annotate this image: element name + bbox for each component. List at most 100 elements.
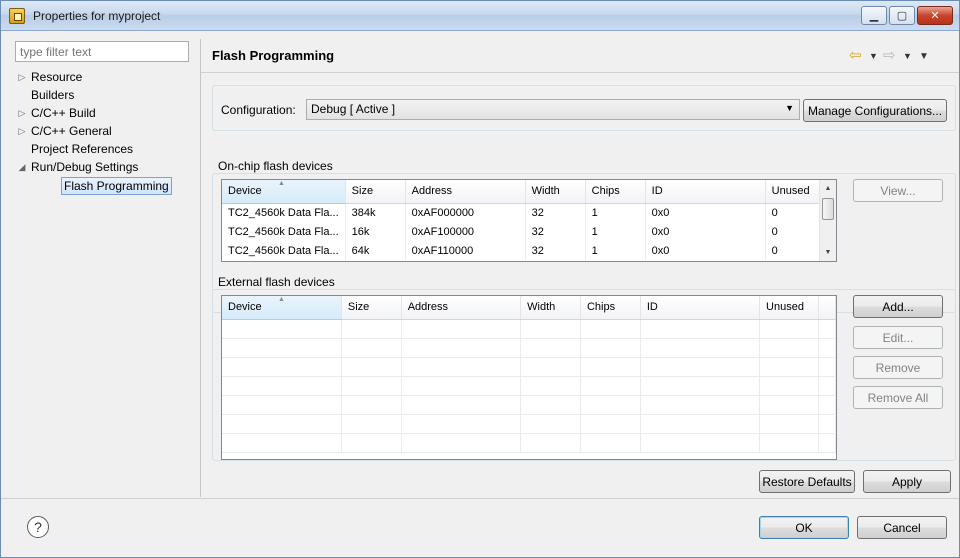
cell-device: TC2_4560k Data Fla... (222, 241, 346, 260)
cell-id: 0x0 (645, 203, 766, 222)
expand-arrow-icon[interactable]: ▷ (15, 122, 29, 140)
cell-size: 64k (345, 241, 406, 260)
external-grid: Device ▲ Size Address Width Chips ID Unus… (222, 296, 836, 453)
sort-ascending-icon: ▲ (278, 296, 285, 303)
remove-button[interactable]: Remove (853, 356, 943, 379)
manage-configurations-button[interactable]: Manage Configurations... (803, 99, 947, 122)
close-button[interactable]: ✕ (917, 6, 953, 25)
column-header-device[interactable]: Device ▲ (222, 296, 342, 320)
column-header-address[interactable]: Address (401, 296, 522, 320)
cell-width: 32 (525, 241, 586, 260)
tree-item-resource[interactable]: ▷ Resource (15, 68, 196, 86)
table-header-row: Device ▲ Size Address Width Chips ID Unus… (222, 180, 825, 204)
cell-size: 16k (345, 222, 406, 241)
tree-item-project-references[interactable]: Project References (15, 140, 196, 158)
external-section-title: External flash devices (218, 275, 335, 289)
vertical-scrollbar[interactable]: ▲ ▼ (819, 180, 836, 261)
ok-button[interactable]: OK (759, 516, 849, 539)
configuration-select[interactable]: Debug [ Active ] ▼ (306, 99, 800, 120)
maximize-button[interactable]: ▢ (889, 6, 915, 25)
column-header-unused[interactable]: Unused (765, 180, 825, 204)
empty-row (222, 319, 836, 339)
tree-item-run-debug-settings[interactable]: ◢ Run/Debug Settings (15, 158, 196, 176)
cell-address: 0xAF100000 (405, 222, 526, 241)
column-header-filler (818, 296, 836, 320)
add-button[interactable]: Add... (853, 295, 943, 318)
cell-width: 32 (525, 203, 586, 222)
forward-arrow-icon[interactable]: ⇨ (883, 46, 896, 64)
column-header-width[interactable]: Width (520, 296, 581, 320)
cell-size: 384k (345, 203, 406, 222)
page-content: Configuration: Debug [ Active ] ▼ Manage… (212, 85, 956, 461)
column-header-unused[interactable]: Unused (759, 296, 819, 320)
properties-dialog: Properties for myproject ▁ ▢ ✕ ▷ Resourc… (0, 0, 960, 558)
onchip-section-title: On-chip flash devices (218, 159, 333, 173)
column-header-chips[interactable]: Chips (585, 180, 646, 204)
column-header-address[interactable]: Address (405, 180, 526, 204)
property-tree: ▷ Resource Builders ▷ C/C++ Build ▷ C/C+… (15, 68, 196, 195)
column-header-id[interactable]: ID (645, 180, 766, 204)
page-header: Flash Programming ⇦ ▼ ⇨ ▼ ▼ (201, 39, 959, 73)
cancel-button[interactable]: Cancel (857, 516, 947, 539)
external-table[interactable]: Device ▲ Size Address Width Chips ID Unus… (221, 295, 837, 460)
app-icon (9, 8, 25, 24)
title-bar: Properties for myproject ▁ ▢ ✕ (1, 1, 959, 31)
column-header-label: Device (228, 301, 262, 314)
filter-input[interactable] (15, 41, 189, 62)
apply-button[interactable]: Apply (863, 470, 951, 493)
view-menu-icon[interactable]: ▼ (919, 51, 929, 62)
column-header-size[interactable]: Size (345, 180, 406, 204)
table-row[interactable]: TC2_4560k Data Fla... 384k 0xAF000000 32… (222, 203, 825, 222)
column-header-size[interactable]: Size (341, 296, 402, 320)
configuration-group: Configuration: Debug [ Active ] ▼ Manage… (212, 85, 956, 131)
cell-width: 32 (525, 222, 586, 241)
onchip-table[interactable]: Device ▲ Size Address Width Chips ID Unus… (221, 179, 837, 262)
empty-row (222, 357, 836, 377)
tree-item-label: Project References (31, 142, 134, 156)
tree-item-label: C/C++ Build (31, 106, 96, 120)
view-button[interactable]: View... (853, 179, 943, 202)
tree-item-label: Flash Programming (61, 177, 172, 195)
empty-row (222, 376, 836, 396)
back-dropdown-icon[interactable]: ▼ (869, 51, 878, 61)
cell-unused: 0 (765, 222, 825, 241)
cell-chips: 1 (585, 203, 646, 222)
tree-item-builders[interactable]: Builders (15, 86, 196, 104)
column-header-device[interactable]: Device ▲ (222, 180, 346, 204)
help-icon[interactable]: ? (27, 516, 49, 538)
column-header-width[interactable]: Width (525, 180, 586, 204)
navigation-pane: ▷ Resource Builders ▷ C/C++ Build ▷ C/C+… (15, 41, 196, 495)
empty-row (222, 395, 836, 415)
table-row[interactable]: TC2_4560k Data Fla... 16k 0xAF100000 32 … (222, 222, 825, 241)
property-page: Flash Programming ⇦ ▼ ⇨ ▼ ▼ Configuratio… (201, 39, 959, 497)
column-header-chips[interactable]: Chips (580, 296, 641, 320)
empty-row (222, 433, 836, 453)
scroll-down-icon[interactable]: ▼ (820, 244, 836, 261)
tree-item-flash-programming[interactable]: Flash Programming (15, 176, 196, 195)
cell-id: 0x0 (645, 241, 766, 260)
tree-item-cpp-build[interactable]: ▷ C/C++ Build (15, 104, 196, 122)
collapse-arrow-icon[interactable]: ◢ (15, 158, 29, 176)
column-header-id[interactable]: ID (640, 296, 761, 320)
empty-row (222, 338, 836, 358)
dialog-footer: ? OK Cancel (1, 498, 959, 557)
tree-item-cpp-general[interactable]: ▷ C/C++ General (15, 122, 196, 140)
table-row[interactable]: TC2_4560k Data Fla... 64k 0xAF110000 32 … (222, 241, 825, 260)
scroll-up-icon[interactable]: ▲ (820, 180, 836, 197)
cell-chips: 1 (585, 222, 646, 241)
expand-arrow-icon[interactable]: ▷ (15, 68, 29, 86)
cell-address: 0xAF000000 (405, 203, 526, 222)
expand-arrow-icon[interactable]: ▷ (15, 104, 29, 122)
scroll-thumb[interactable] (822, 198, 834, 220)
restore-defaults-button[interactable]: Restore Defaults (759, 470, 855, 493)
cell-address: 0xAF110000 (405, 241, 526, 260)
tree-item-label: Run/Debug Settings (31, 160, 139, 174)
external-group: Device ▲ Size Address Width Chips ID Unus… (212, 289, 956, 461)
remove-all-button[interactable]: Remove All (853, 386, 943, 409)
edit-button[interactable]: Edit... (853, 326, 943, 349)
window-title: Properties for myproject (33, 9, 161, 23)
back-arrow-icon[interactable]: ⇦ (849, 46, 862, 64)
minimize-button[interactable]: ▁ (861, 6, 887, 25)
tree-item-label: C/C++ General (31, 124, 112, 138)
forward-dropdown-icon[interactable]: ▼ (903, 51, 912, 61)
